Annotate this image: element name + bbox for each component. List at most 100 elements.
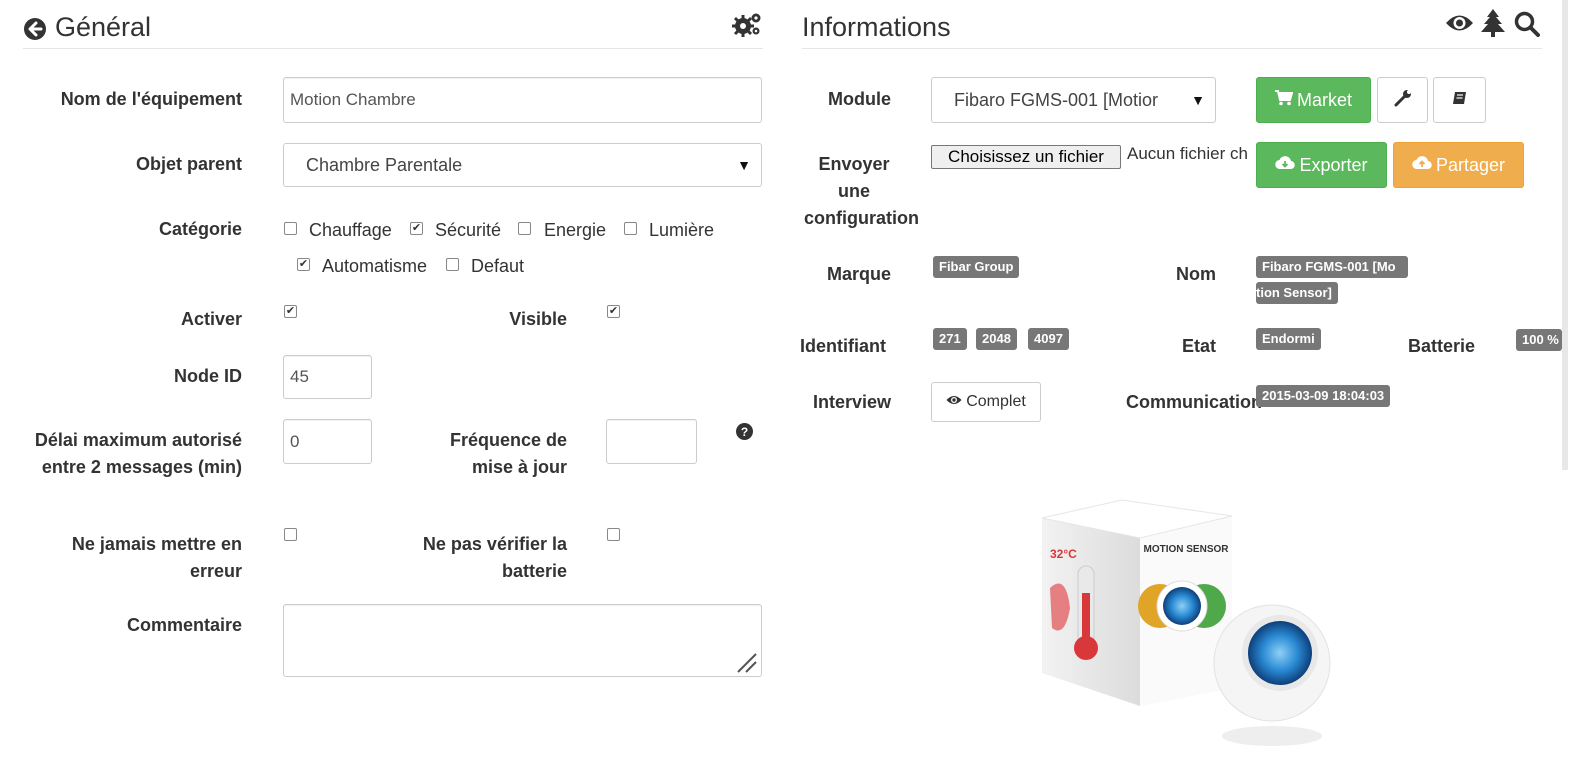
category-text-automatisme: Automatisme	[322, 256, 428, 276]
frequency-label-line2: mise à jour	[471, 457, 567, 477]
no-battery-label-line2: batterie	[501, 561, 567, 581]
never-error-checkbox[interactable]	[284, 528, 297, 541]
parent-label: Objet parent	[135, 154, 242, 174]
battery-label: Batterie	[1407, 336, 1475, 356]
comment-label: Commentaire	[126, 615, 242, 635]
configure-button[interactable]	[1377, 77, 1428, 123]
name-label: Nom de l'équipement	[60, 89, 242, 109]
category-text-energie: Energie	[544, 220, 607, 240]
activate-label: Activer	[180, 309, 242, 329]
device-name-badge-line2: tion Sensor]	[1256, 282, 1338, 304]
nodeid-label: Node ID	[173, 366, 242, 386]
never-error-label: Ne jamais mettre en erreur	[20, 531, 242, 585]
send-config-label-line2: une	[837, 181, 870, 201]
category-text-securite: Sécurité	[435, 220, 502, 240]
cloud-download-icon	[1275, 155, 1296, 176]
search-icon[interactable]	[1514, 11, 1540, 37]
question-circle-icon[interactable]: ?	[736, 423, 753, 440]
frequency-label-line1: Fréquence de	[449, 430, 567, 450]
brand-badge: Fibar Group	[933, 256, 1020, 278]
share-button-label: Partager	[1435, 154, 1506, 175]
product-image: 32°C MOTION SENSOR	[1010, 478, 1350, 763]
info-title: Informations	[802, 12, 951, 42]
eye-icon[interactable]	[1445, 12, 1474, 34]
send-config-label-line3: configuration	[804, 208, 919, 228]
frequency-input[interactable]	[606, 419, 697, 464]
svg-text:?: ?	[741, 425, 748, 439]
scrollbar[interactable]	[1562, 0, 1568, 470]
never-error-label-line2: erreur	[189, 561, 242, 581]
eye-icon	[946, 393, 962, 411]
cart-icon	[1274, 89, 1294, 111]
visible-label: Visible	[509, 309, 567, 329]
resize-handle-icon[interactable]	[736, 652, 758, 674]
interview-label: Interview	[812, 392, 891, 412]
wrench-icon	[1394, 89, 1412, 112]
name-input[interactable]: Motion Chambre	[283, 77, 762, 123]
category-checkbox-lumiere[interactable]	[624, 222, 637, 235]
interview-button-label: Complet	[966, 393, 1026, 410]
general-title: Général	[55, 12, 152, 42]
nodeid-input[interactable]: 45	[283, 355, 372, 399]
file-choose-button[interactable]: Choisissez un fichier	[931, 145, 1121, 169]
chevron-down-icon: ▼	[737, 157, 751, 173]
identifier-badge: 2048	[976, 328, 1017, 350]
product-box-text: MOTION SENSOR	[1143, 544, 1229, 555]
category-checkbox-chauffage[interactable]	[284, 222, 297, 235]
export-button-label: Exporter	[1299, 154, 1368, 175]
market-button[interactable]: Market	[1256, 77, 1371, 123]
delay-label: Délai maximum autorisé entre 2 messages …	[10, 427, 242, 481]
category-checkbox-defaut[interactable]	[446, 258, 459, 271]
parent-select-value: Chambre Parentale	[306, 155, 463, 175]
state-label: Etat	[1181, 336, 1216, 356]
book-icon	[1452, 90, 1468, 111]
category-text-defaut: Defaut	[471, 256, 525, 276]
activate-checkbox[interactable]: ✔	[284, 305, 297, 318]
frequency-label: Fréquence de mise à jour	[380, 427, 567, 481]
share-button[interactable]: Partager	[1393, 142, 1524, 188]
battery-badge: 100 %	[1516, 329, 1562, 351]
interview-button[interactable]: Complet	[931, 382, 1041, 422]
comment-textarea[interactable]	[283, 604, 762, 677]
send-config-label-line1: Envoyer	[818, 154, 890, 174]
category-label: Catégorie	[158, 219, 242, 239]
module-select-value: Fibaro FGMS-001 [Motior	[954, 90, 1159, 110]
back-arrow-icon[interactable]	[23, 17, 47, 41]
category-text-lumiere: Lumière	[649, 220, 715, 240]
brand-label: Marque	[826, 264, 891, 284]
identifier-badge: 4097	[1028, 328, 1069, 350]
identifier-label: Identifiant	[800, 336, 886, 356]
category-text-chauffage: Chauffage	[309, 220, 392, 240]
export-button[interactable]: Exporter	[1256, 142, 1387, 188]
cloud-upload-icon	[1412, 155, 1432, 176]
category-checkbox-automatisme[interactable]: ✔	[297, 258, 310, 271]
identifier-badge: 271	[933, 328, 967, 350]
product-temp-text: 32°C	[1050, 547, 1077, 561]
delay-label-line1: Délai maximum autorisé	[34, 430, 242, 450]
device-name-badge-line1: Fibaro FGMS-001 [Mo	[1256, 256, 1408, 278]
never-error-label-line1: Ne jamais mettre en	[71, 534, 242, 554]
file-status-text: Aucun fichier ch	[1127, 144, 1248, 163]
no-battery-checkbox[interactable]	[607, 528, 620, 541]
chevron-down-icon: ▼	[1187, 78, 1205, 122]
module-label: Module	[828, 89, 891, 109]
visible-checkbox[interactable]: ✔	[607, 305, 620, 318]
module-select[interactable]: Fibaro FGMS-001 [Motior ▼	[931, 77, 1216, 123]
info-divider	[802, 48, 1542, 49]
general-divider	[23, 48, 763, 49]
gears-icon[interactable]	[731, 10, 763, 38]
tree-icon[interactable]	[1481, 9, 1505, 37]
parent-select[interactable]: Chambre Parentale ▼	[283, 143, 762, 187]
market-button-label: Market	[1296, 89, 1352, 110]
category-checkbox-securite[interactable]: ✔	[410, 222, 423, 235]
no-battery-label: Ne pas vérifier la batterie	[380, 531, 567, 585]
delay-input[interactable]: 0	[283, 419, 372, 464]
send-config-label: Envoyer une configuration	[800, 151, 919, 232]
delay-label-line2: entre 2 messages (min)	[41, 457, 242, 477]
category-checkbox-energie[interactable]	[518, 222, 531, 235]
no-battery-label-line1: Ne pas vérifier la	[422, 534, 567, 554]
communication-badge: 2015-03-09 18:04:03	[1256, 385, 1391, 407]
documentation-button[interactable]	[1433, 77, 1486, 123]
state-badge: Endormi	[1256, 328, 1321, 350]
device-name-label: Nom	[1176, 264, 1216, 284]
